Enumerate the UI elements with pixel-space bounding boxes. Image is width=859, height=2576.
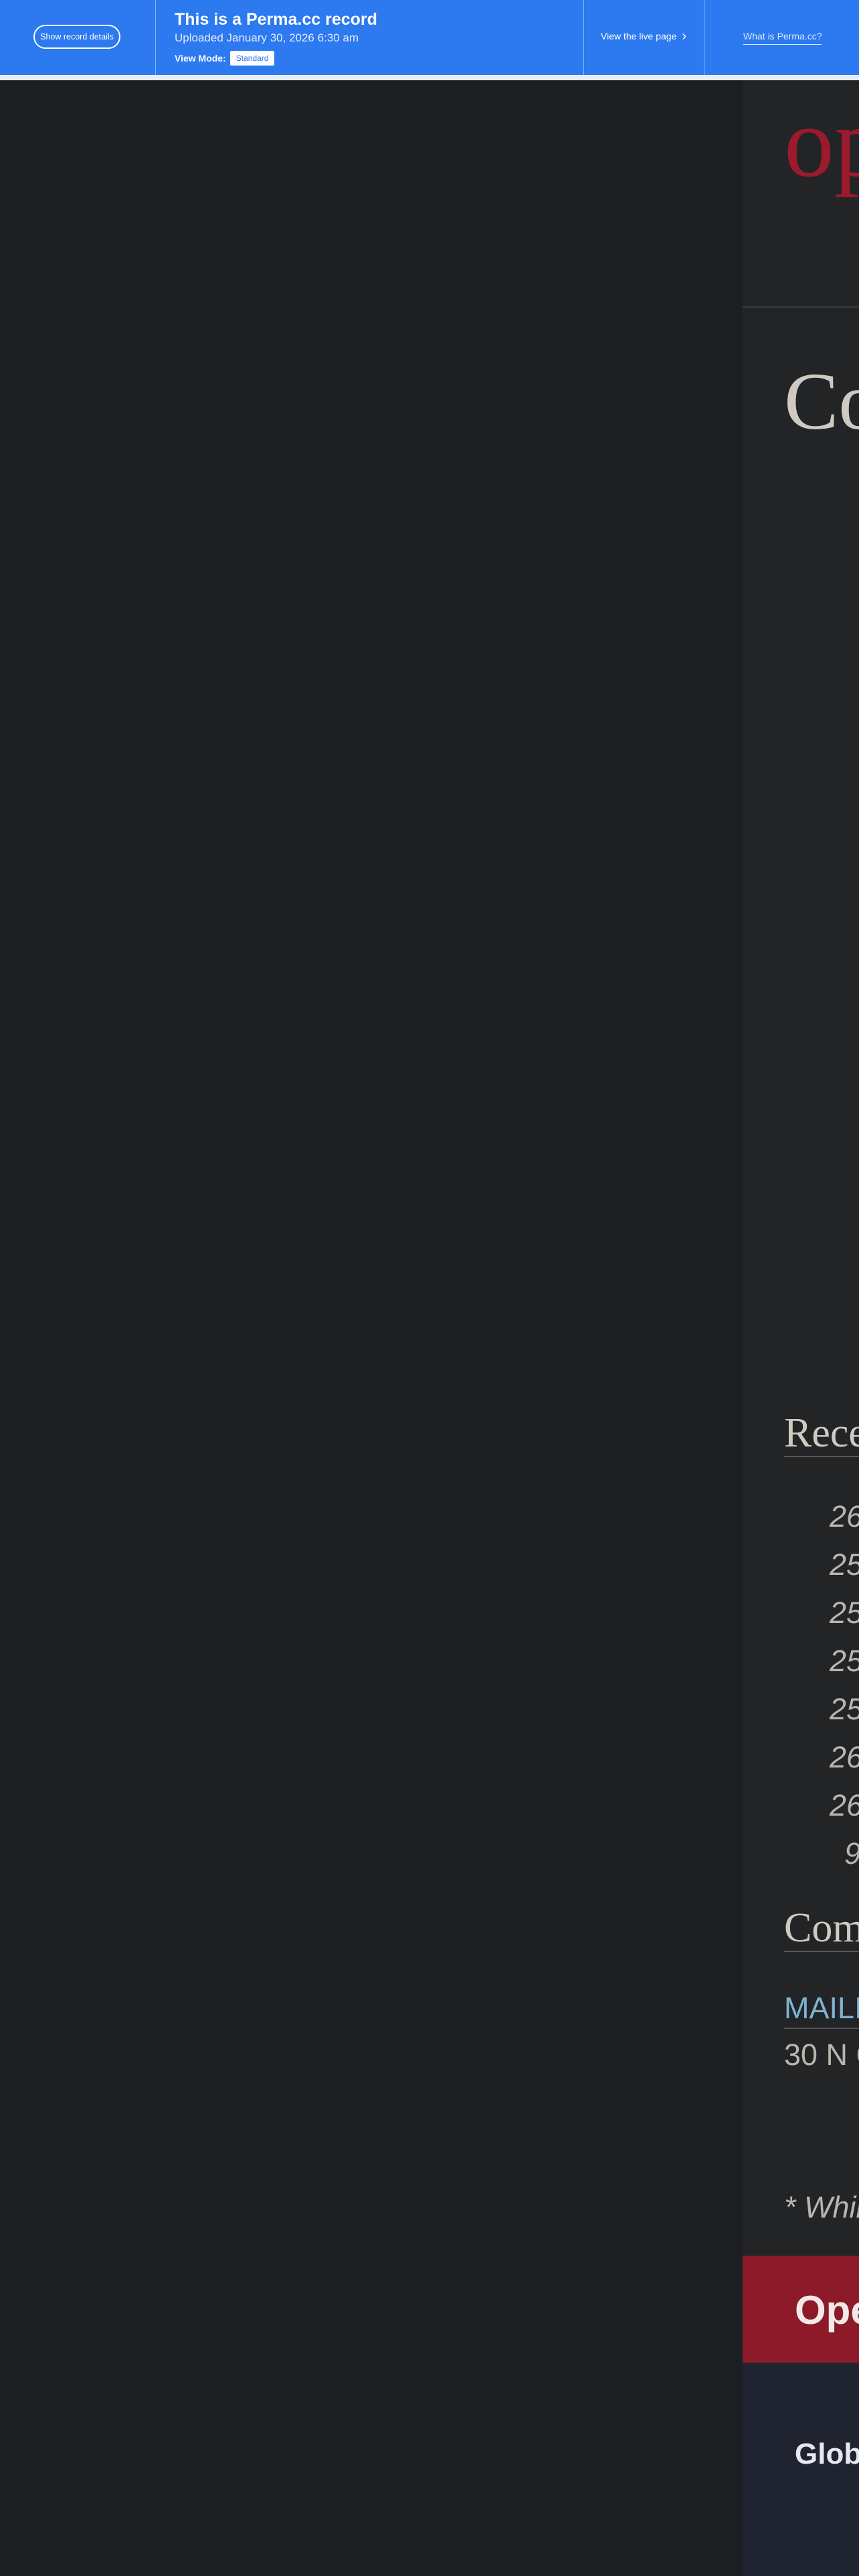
red-footer-band: Ope <box>743 2256 859 2363</box>
banner-bottom-border <box>0 75 859 80</box>
recent-item[interactable]: 26 <box>830 1742 859 1772</box>
banner-divider <box>155 0 156 75</box>
recent-item[interactable]: 26 <box>830 1790 859 1820</box>
recent-heading: Rece <box>784 1410 859 1456</box>
what-is-perma-link[interactable]: What is Perma.cc? <box>743 31 822 45</box>
recent-item[interactable]: 25 <box>830 1549 859 1580</box>
navy-footer-band: Globa <box>743 2363 859 2576</box>
view-mode-select[interactable]: Standard <box>229 51 275 66</box>
red-band-heading: Ope <box>795 2288 859 2333</box>
perma-banner: Show record details This is a Perma.cc r… <box>0 0 859 75</box>
address-line: 30 N C <box>784 2038 859 2072</box>
view-mode: View Mode: Standard <box>175 51 275 66</box>
page-heading: Co <box>784 356 859 447</box>
chevron-right-icon: › <box>682 29 687 43</box>
header-divider <box>743 306 859 308</box>
recent-item[interactable]: 25 <box>830 1646 859 1676</box>
archived-page: op Co Rece 26 25 25 25 25 26 26 9 Com MA… <box>743 80 859 2576</box>
recent-item[interactable]: 9 <box>844 1838 859 1868</box>
recent-heading-rule <box>784 1456 859 1457</box>
view-mode-label: View Mode: <box>175 53 226 64</box>
upload-timestamp: Uploaded January 30, 2026 6:30 am <box>175 31 359 44</box>
recent-item[interactable]: 25 <box>830 1598 859 1628</box>
mailing-list-link[interactable]: MAILI <box>784 1993 859 2023</box>
record-title: This is a Perma.cc record <box>175 10 377 29</box>
view-live-page-link[interactable]: View the live page › <box>601 29 687 43</box>
recent-item[interactable]: 26 <box>830 1501 859 1531</box>
disclaimer-note: * While <box>784 2190 859 2224</box>
banner-divider <box>583 0 584 75</box>
contact-heading: Com <box>784 1905 859 1951</box>
site-logo[interactable]: op <box>784 92 859 193</box>
mailing-rule <box>784 2028 859 2029</box>
show-record-details-button[interactable]: Show record details <box>33 25 120 49</box>
contact-heading-rule <box>784 1951 859 1952</box>
view-live-page-label: View the live page <box>601 31 677 41</box>
recent-item[interactable]: 25 <box>830 1694 859 1724</box>
navy-band-heading: Globa <box>795 2438 859 2470</box>
